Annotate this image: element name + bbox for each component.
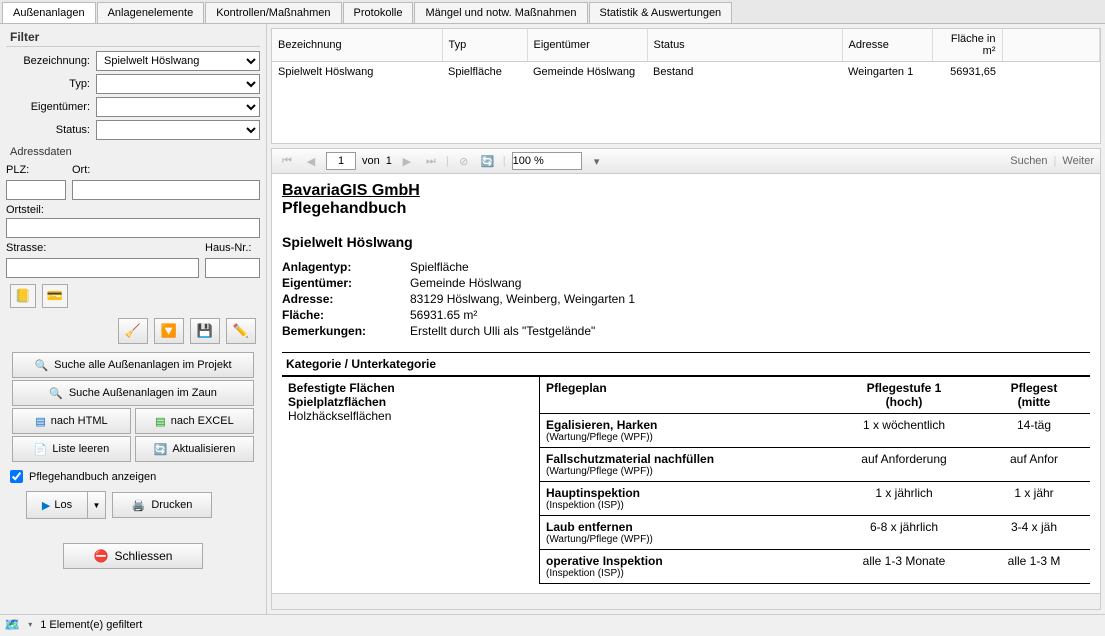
label-eigentuemer: Eigentümer: bbox=[6, 101, 96, 113]
tab-protokolle[interactable]: Protokolle bbox=[343, 2, 414, 23]
zoom-dropdown-icon[interactable]: ▾ bbox=[588, 152, 606, 170]
filter-clear-icon[interactable]: 🧹 bbox=[118, 318, 148, 344]
status-dropdown-icon[interactable]: ▾ bbox=[28, 620, 32, 629]
first-page-icon[interactable]: ⏮ bbox=[278, 152, 296, 170]
search-icon: 🔍 bbox=[34, 359, 48, 372]
label-plz: PLZ: bbox=[6, 162, 66, 178]
col-flaeche[interactable]: Fläche in m² bbox=[932, 29, 1002, 62]
play-icon: ▶ bbox=[42, 499, 50, 512]
excel-icon: ▤ bbox=[155, 415, 165, 428]
back-icon[interactable]: ⊘ bbox=[455, 152, 473, 170]
close-button[interactable]: ⛔Schliessen bbox=[63, 543, 203, 569]
col-status[interactable]: Status bbox=[647, 29, 842, 62]
report-kategorie-head: Kategorie / Unterkategorie bbox=[282, 352, 1090, 376]
close-icon: ⛔ bbox=[94, 549, 109, 563]
edit-icon[interactable]: ✏️ bbox=[226, 318, 256, 344]
card-icon[interactable]: 💳 bbox=[42, 284, 68, 308]
filter-apply-icon[interactable]: 🔽 bbox=[154, 318, 184, 344]
search-icon: 🔍 bbox=[49, 387, 63, 400]
input-hausnr[interactable] bbox=[205, 258, 260, 278]
status-bar: 🗺️ ▾ 1 Element(e) gefiltert bbox=[0, 614, 1105, 634]
col-bezeichnung[interactable]: Bezeichnung bbox=[272, 29, 442, 62]
right-panel: Bezeichnung Typ Eigentümer Status Adress… bbox=[267, 24, 1105, 614]
tab-kontrollen[interactable]: Kontrollen/Maßnahmen bbox=[205, 2, 341, 23]
tab-anlagenelemente[interactable]: Anlagenelemente bbox=[97, 2, 205, 23]
refresh-button[interactable]: 🔄Aktualisieren bbox=[135, 436, 254, 462]
clear-list-button[interactable]: 📄Liste leeren bbox=[12, 436, 131, 462]
col-pflegestufe1: Pflegestufe 1(hoch) bbox=[824, 381, 984, 409]
page-total: 1 bbox=[386, 155, 392, 167]
export-html-button[interactable]: ▤nach HTML bbox=[12, 408, 131, 434]
report-object-name: Spielwelt Höslwang bbox=[282, 234, 1090, 250]
tab-statistik[interactable]: Statistik & Auswertungen bbox=[589, 2, 733, 23]
find-link[interactable]: Suchen bbox=[1010, 155, 1047, 167]
zoom-select[interactable] bbox=[512, 152, 582, 170]
printer-icon: 🖨️ bbox=[132, 499, 146, 512]
label-ort: Ort: bbox=[72, 162, 260, 178]
pflegehandbuch-label: Pflegehandbuch anzeigen bbox=[29, 471, 156, 483]
select-bezeichnung[interactable]: Spielwelt Höslwang bbox=[96, 51, 260, 71]
label-typ: Typ: bbox=[6, 78, 96, 90]
report-company: BavariaGIS GmbH bbox=[282, 182, 1090, 200]
results-grid[interactable]: Bezeichnung Typ Eigentümer Status Adress… bbox=[271, 28, 1101, 144]
input-ortsteil[interactable] bbox=[6, 218, 260, 238]
input-plz[interactable] bbox=[6, 180, 66, 200]
find-next-link[interactable]: Weiter bbox=[1062, 155, 1094, 167]
select-eigentuemer[interactable] bbox=[96, 97, 260, 117]
input-ort[interactable] bbox=[72, 180, 260, 200]
los-button[interactable]: ▶Los bbox=[27, 492, 87, 518]
los-dropdown[interactable]: ▼ bbox=[87, 492, 105, 518]
col-pflegestufe2: Pflegest(mitte bbox=[984, 381, 1084, 409]
report-row: Laub entfernen(Wartung/Pflege (WPF))6-8 … bbox=[540, 516, 1090, 550]
search-zaun-button[interactable]: 🔍Suche Außenanlagen im Zaun bbox=[12, 380, 254, 406]
horizontal-scrollbar[interactable] bbox=[272, 593, 1100, 609]
label-ortsteil: Ortsteil: bbox=[6, 202, 260, 218]
tab-bar: Außenanlagen Anlagenelemente Kontrollen/… bbox=[0, 0, 1105, 24]
report-row: Fallschutzmaterial nachfüllen(Wartung/Pf… bbox=[540, 448, 1090, 482]
label-strasse: Strasse: bbox=[6, 240, 199, 256]
col-typ[interactable]: Typ bbox=[442, 29, 527, 62]
reload-icon[interactable]: 🔄 bbox=[479, 152, 497, 170]
filter-title: Filter bbox=[6, 28, 260, 47]
next-page-icon[interactable]: ▶ bbox=[398, 152, 416, 170]
filter-panel: Filter Bezeichnung: Spielwelt Höslwang T… bbox=[0, 24, 267, 614]
report-row: operative Inspektion(Inspektion (ISP))al… bbox=[540, 550, 1090, 584]
pflegehandbuch-checkbox[interactable] bbox=[10, 470, 23, 483]
select-status[interactable] bbox=[96, 120, 260, 140]
report-left-column: Befestigte Flächen Spielplatzflächen Hol… bbox=[282, 377, 540, 584]
report-area[interactable]: BavariaGIS GmbH Pflegehandbuch Spielwelt… bbox=[271, 174, 1101, 610]
report-toolbar: ⏮ ◀ von 1 ▶ ⏭ | ⊘ 🔄 | ▾ Suchen | Weiter bbox=[271, 148, 1101, 174]
report-row: Egalisieren, Harken(Wartung/Pflege (WPF)… bbox=[540, 414, 1090, 448]
adressdaten-label: Adressdaten bbox=[10, 146, 260, 158]
last-page-icon[interactable]: ⏭ bbox=[422, 152, 440, 170]
table-row[interactable]: Spielwelt HöslwangSpielflächeGemeinde Hö… bbox=[272, 62, 1100, 83]
save-icon[interactable]: 💾 bbox=[190, 318, 220, 344]
col-adresse[interactable]: Adresse bbox=[842, 29, 932, 62]
label-bezeichnung: Bezeichnung: bbox=[6, 55, 96, 67]
export-excel-button[interactable]: ▤nach EXCEL bbox=[135, 408, 254, 434]
page-input[interactable] bbox=[326, 152, 356, 170]
html-icon: ▤ bbox=[35, 415, 45, 428]
input-strasse[interactable] bbox=[6, 258, 199, 278]
tab-maengel[interactable]: Mängel und notw. Maßnahmen bbox=[414, 2, 587, 23]
page-of-label: von bbox=[362, 155, 380, 167]
report-row: Hauptinspektion(Inspektion (ISP))1 x jäh… bbox=[540, 482, 1090, 516]
report-title: Pflegehandbuch bbox=[282, 200, 1090, 218]
status-icon: 🗺️ bbox=[4, 617, 20, 633]
select-typ[interactable] bbox=[96, 74, 260, 94]
label-status: Status: bbox=[6, 124, 96, 136]
label-hausnr: Haus-Nr.: bbox=[205, 240, 260, 256]
prev-page-icon[interactable]: ◀ bbox=[302, 152, 320, 170]
col-eigentuemer[interactable]: Eigentümer bbox=[527, 29, 647, 62]
search-project-button[interactable]: 🔍Suche alle Außenanlagen im Projekt bbox=[12, 352, 254, 378]
tab-aussenanlagen[interactable]: Außenanlagen bbox=[2, 2, 96, 23]
page-icon: 📄 bbox=[34, 443, 48, 456]
status-text: 1 Element(e) gefiltert bbox=[40, 619, 142, 631]
print-button[interactable]: 🖨️Drucken bbox=[112, 492, 212, 518]
refresh-icon: 🔄 bbox=[154, 443, 168, 456]
book-icon[interactable]: 📒 bbox=[10, 284, 36, 308]
col-pflegeplan: Pflegeplan bbox=[546, 381, 824, 409]
